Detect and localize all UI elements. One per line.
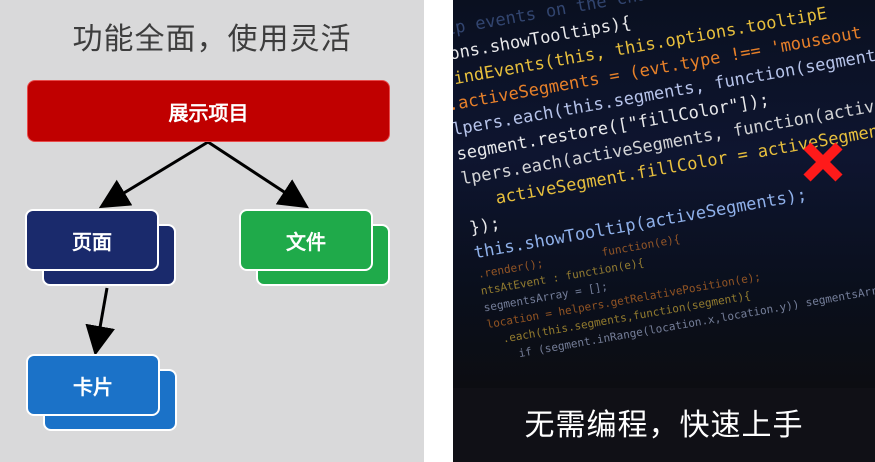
card-node-label: 卡片 xyxy=(73,374,113,399)
left-panel: 功能全面，使用灵活 展示项目 页面 文件 卡片 xyxy=(0,0,424,462)
code-background-image: tip events on the chart ions.showTooltips… xyxy=(453,0,875,388)
file-node-label: 文件 xyxy=(286,229,326,254)
card-node: 卡片 xyxy=(26,354,160,416)
cross-icon xyxy=(803,142,843,182)
arrow-root-to-file xyxy=(207,140,310,209)
right-panel: tip events on the chart ions.showTooltips… xyxy=(453,0,875,462)
page-node-label: 页面 xyxy=(72,229,112,254)
right-panel-caption: 无需编程，快速上手 xyxy=(524,408,804,443)
root-node-label: 展示项目 xyxy=(168,100,249,125)
arrow-root-to-page xyxy=(98,140,209,209)
file-node: 文件 xyxy=(239,209,373,271)
root-node: 展示项目 xyxy=(27,80,390,142)
arrow-page-to-card xyxy=(85,287,115,356)
page-node: 页面 xyxy=(25,209,159,271)
